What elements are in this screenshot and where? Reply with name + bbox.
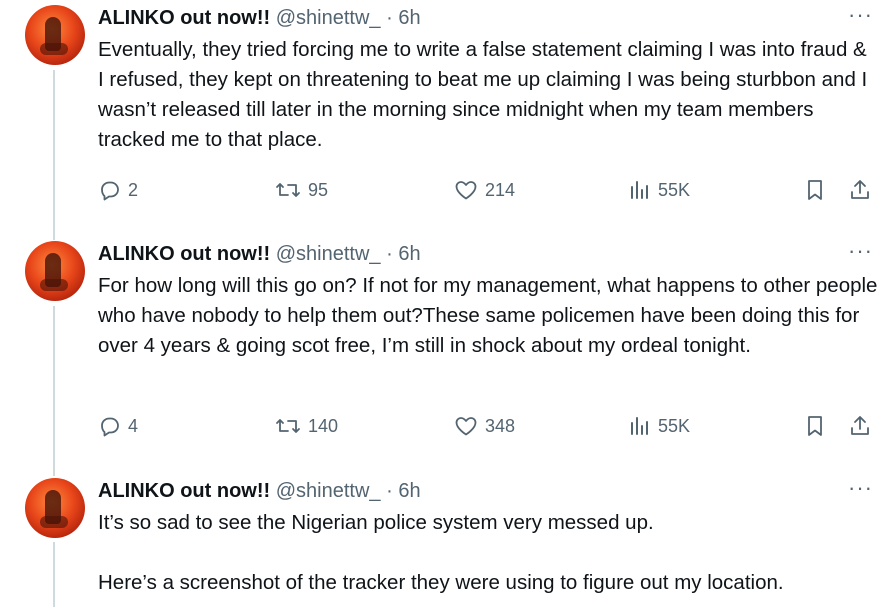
timestamp[interactable]: 6h xyxy=(398,7,420,29)
views-count: 55K xyxy=(658,179,691,200)
like-button[interactable]: 348 xyxy=(453,411,515,441)
reply-icon xyxy=(101,417,119,437)
bookmark-button[interactable] xyxy=(804,411,826,441)
author-handle[interactable]: @shinettw_ xyxy=(276,243,381,265)
views-icon xyxy=(631,181,648,199)
tweet-2[interactable]: ALINKO out now!! @shinettw_ · 6h ··· For… xyxy=(0,240,895,471)
share-button[interactable] xyxy=(848,411,872,441)
reply-icon xyxy=(101,181,119,201)
more-options-button[interactable]: ··· xyxy=(848,240,873,267)
timestamp[interactable]: 6h xyxy=(398,243,420,265)
author-name[interactable]: ALINKO out now!! xyxy=(98,243,270,265)
retweet-button[interactable]: 95 xyxy=(274,175,328,205)
avatar[interactable] xyxy=(25,478,85,538)
action-bar: 2 95 214 55K xyxy=(98,175,878,205)
reply-count: 4 xyxy=(128,415,139,436)
separator-dot: · xyxy=(386,243,393,265)
share-icon xyxy=(851,416,869,435)
retweet-button[interactable]: 140 xyxy=(274,411,338,441)
reply-button[interactable]: 2 xyxy=(98,175,138,205)
retweet-count: 95 xyxy=(308,179,329,200)
bookmark-icon xyxy=(808,416,822,436)
bookmark-button[interactable] xyxy=(804,175,826,205)
author-handle[interactable]: @shinettw_ xyxy=(276,7,381,29)
tweet-1[interactable]: ALINKO out now!! @shinettw_ · 6h ··· Eve… xyxy=(0,4,895,235)
reply-count: 2 xyxy=(128,179,139,200)
tweet-header: ALINKO out now!! @shinettw_ · 6h xyxy=(98,5,421,31)
reply-button[interactable]: 4 xyxy=(98,411,138,441)
like-icon xyxy=(455,417,477,436)
separator-dot: · xyxy=(386,7,393,29)
avatar[interactable] xyxy=(25,241,85,301)
like-icon xyxy=(455,181,477,200)
views-button[interactable]: 55K xyxy=(628,175,690,205)
retweet-count: 140 xyxy=(308,415,339,436)
author-handle[interactable]: @shinettw_ xyxy=(276,480,381,502)
views-icon xyxy=(631,417,648,435)
share-button[interactable] xyxy=(848,175,872,205)
like-count: 214 xyxy=(485,179,516,200)
avatar[interactable] xyxy=(25,5,85,65)
views-button[interactable]: 55K xyxy=(628,411,690,441)
separator-dot: · xyxy=(386,480,393,502)
bookmark-icon xyxy=(808,180,822,200)
timestamp[interactable]: 6h xyxy=(398,480,420,502)
author-name[interactable]: ALINKO out now!! xyxy=(98,7,270,29)
author-name[interactable]: ALINKO out now!! xyxy=(98,480,270,502)
views-count: 55K xyxy=(658,415,691,436)
tweet-header: ALINKO out now!! @shinettw_ · 6h xyxy=(98,478,421,504)
like-count: 348 xyxy=(485,415,516,436)
retweet-icon xyxy=(276,419,300,433)
tweet-3[interactable]: ALINKO out now!! @shinettw_ · 6h ··· It’… xyxy=(0,477,895,607)
like-button[interactable]: 214 xyxy=(453,175,515,205)
action-bar: 4 140 348 55K xyxy=(98,411,878,441)
more-options-button[interactable]: ··· xyxy=(848,477,873,504)
retweet-icon xyxy=(276,183,300,197)
share-icon xyxy=(851,180,869,199)
tweet-text: Eventually, they tried forcing me to wri… xyxy=(98,38,873,151)
tweet-text: For how long will this go on? If not for… xyxy=(98,274,884,357)
tweet-text: It’s so sad to see the Nigerian police s… xyxy=(98,511,784,594)
more-options-button[interactable]: ··· xyxy=(848,4,873,31)
tweet-header: ALINKO out now!! @shinettw_ · 6h xyxy=(98,241,421,267)
